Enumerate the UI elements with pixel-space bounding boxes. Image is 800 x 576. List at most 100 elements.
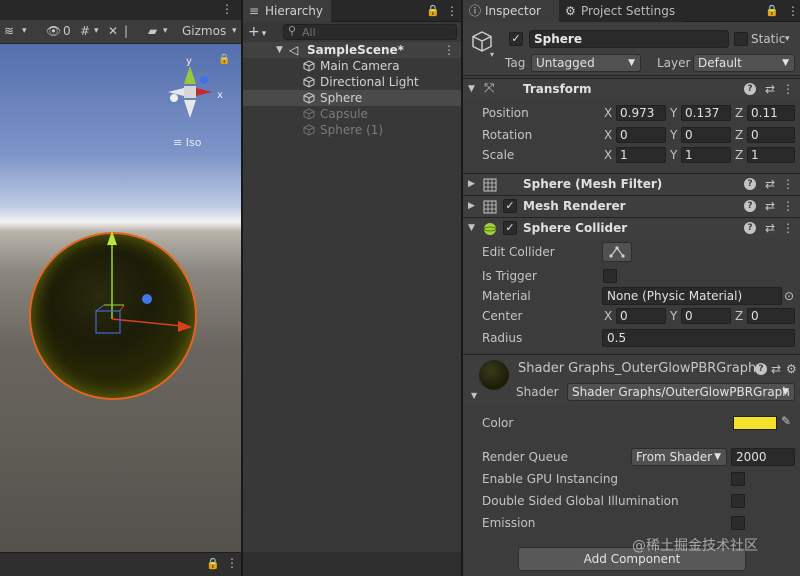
center-x-field[interactable]: 0 — [616, 308, 666, 324]
eyedropper-icon[interactable]: ✎ — [781, 414, 791, 428]
help-icon[interactable]: ? — [744, 83, 756, 95]
chevron-down-icon[interactable]: ▾ — [22, 22, 27, 40]
projection-mode-label[interactable]: ≡ Iso — [173, 136, 201, 149]
more-options-icon[interactable]: ⋮ — [782, 79, 794, 100]
mesh-renderer-header[interactable]: ▶ ✓ Mesh Renderer ? ⇄ ⋮ — [463, 195, 800, 217]
center-z-field[interactable]: 0 — [747, 308, 795, 324]
presets-icon[interactable]: ⇄ — [765, 174, 775, 195]
axis-x-label[interactable]: X — [604, 127, 612, 143]
more-options-icon[interactable]: ⋮ — [787, 0, 799, 22]
shader-dropdown[interactable]: Shader Graphs/OuterGlowPBRGraph ▼ — [567, 383, 795, 401]
collapse-arrow-icon[interactable]: ▶ — [468, 174, 475, 195]
axis-z-label[interactable]: Z — [735, 308, 743, 324]
more-options-icon[interactable]: ⋮ — [226, 556, 238, 570]
axis-y-label[interactable]: Y — [670, 308, 677, 324]
double-sided-gi-checkbox[interactable] — [731, 494, 745, 508]
presets-icon[interactable]: ⇄ — [765, 196, 775, 217]
tag-dropdown[interactable]: Untagged ▼ — [531, 54, 641, 72]
mesh-filter-header[interactable]: ▶ Sphere (Mesh Filter) ? ⇄ ⋮ — [463, 173, 800, 195]
color-swatch[interactable] — [733, 416, 777, 430]
expand-arrow-icon[interactable]: ▼ — [468, 79, 475, 100]
tab-project-settings[interactable]: ⚙ Project Settings — [559, 0, 684, 22]
tab-inspector[interactable]: ⓘ Inspector — [463, 0, 559, 22]
layer-dropdown[interactable]: Default ▼ — [693, 54, 795, 72]
emission-checkbox[interactable] — [731, 516, 745, 530]
rotation-z-field[interactable]: 0 — [747, 127, 795, 143]
presets-icon[interactable]: ⇄ — [765, 218, 775, 239]
more-options-icon[interactable]: ⋮ — [443, 42, 455, 58]
scale-x-field[interactable]: 1 — [616, 147, 666, 163]
grid-icon[interactable]: # — [80, 22, 90, 40]
lock-icon[interactable]: 🔒 — [426, 0, 440, 22]
axis-z-label[interactable]: Z — [735, 127, 743, 143]
scene-viewport[interactable]: y x 🔒 ≡ Iso — [0, 44, 241, 552]
material-header[interactable]: Shader Graphs_OuterGlowPBRGraph ? ⇄ ⚙ ▼ … — [463, 354, 800, 406]
axis-y-label[interactable]: Y — [670, 105, 677, 121]
orientation-gizmo[interactable]: y x — [160, 56, 232, 126]
tools-icon[interactable]: ✕ — [108, 22, 118, 40]
expand-arrow-icon[interactable]: ▼ — [276, 42, 283, 58]
scale-z-field[interactable]: 1 — [747, 147, 795, 163]
rotation-x-field[interactable]: 0 — [616, 127, 666, 143]
help-icon[interactable]: ? — [744, 200, 756, 212]
axis-z-label[interactable]: Z — [735, 105, 743, 121]
hierarchy-item-inactive[interactable]: Capsule — [243, 106, 461, 122]
axis-y-label[interactable]: Y — [670, 147, 677, 163]
axis-x-label[interactable]: X — [604, 105, 612, 121]
help-icon[interactable]: ? — [755, 363, 767, 375]
collapse-arrow-icon[interactable]: ▶ — [468, 196, 475, 217]
hierarchy-item-selected[interactable]: Sphere — [243, 90, 461, 106]
chevron-down-icon[interactable]: ▾ — [232, 22, 237, 40]
lock-icon[interactable]: 🔒 — [765, 0, 779, 22]
mesh-renderer-enabled-checkbox[interactable]: ✓ — [503, 199, 517, 213]
lock-icon[interactable]: 🔒 — [206, 557, 220, 570]
radius-field[interactable]: 0.5 — [602, 329, 795, 347]
position-y-field[interactable]: 0.137 — [681, 105, 731, 121]
presets-icon[interactable]: ⇄ — [771, 359, 781, 379]
more-options-icon[interactable]: ⋮ — [782, 174, 794, 195]
active-checkbox[interactable]: ✓ — [509, 32, 523, 46]
transform-header[interactable]: ▼ ⤧ Transform ? ⇄ ⋮ — [463, 78, 800, 100]
object-name-field[interactable]: Sphere — [529, 30, 729, 48]
chevron-down-icon[interactable]: ▾ — [163, 22, 168, 40]
hierarchy-item[interactable]: Main Camera — [243, 58, 461, 74]
axis-x-label[interactable]: X — [604, 308, 612, 324]
sphere-collider-enabled-checkbox[interactable]: ✓ — [503, 221, 517, 235]
render-queue-value-field[interactable]: 2000 — [731, 448, 795, 466]
position-x-field[interactable]: 0.973 — [616, 105, 666, 121]
gear-icon[interactable]: ⚙ — [786, 359, 797, 379]
more-options-icon[interactable]: ⋮ — [782, 196, 794, 217]
hierarchy-search[interactable]: ⚲ — [283, 24, 457, 40]
gizmos-button[interactable]: Gizmos — [182, 22, 226, 40]
presets-icon[interactable]: ⇄ — [765, 79, 775, 100]
more-options-icon[interactable]: ⋮ — [221, 2, 233, 16]
more-options-icon[interactable]: ⋮ — [446, 0, 458, 22]
camera-icon[interactable]: ▰ — [148, 22, 157, 40]
axis-y-label[interactable]: Y — [670, 127, 677, 143]
lock-icon[interactable]: 🔒 — [218, 54, 230, 65]
create-button[interactable]: + ▾ — [248, 22, 266, 44]
object-picker-icon[interactable]: ⊙ — [784, 288, 794, 304]
gpu-instancing-checkbox[interactable] — [731, 472, 745, 486]
hierarchy-item[interactable]: Directional Light — [243, 74, 461, 90]
chevron-down-icon[interactable]: ▾ — [785, 30, 790, 48]
render-queue-dropdown[interactable]: From Shader ▼ — [631, 448, 727, 466]
scene-root-row[interactable]: ▼ ◁ SampleScene* ⋮ — [243, 42, 461, 58]
axis-z-label[interactable]: Z — [735, 147, 743, 163]
chevron-down-icon[interactable]: ▾ — [490, 50, 494, 59]
rotation-y-field[interactable]: 0 — [681, 127, 731, 143]
help-icon[interactable]: ? — [744, 178, 756, 190]
physic-material-field[interactable]: None (Physic Material) — [602, 287, 782, 305]
center-y-field[interactable]: 0 — [681, 308, 731, 324]
chevron-down-icon[interactable]: ▾ — [94, 22, 99, 40]
search-input[interactable] — [302, 25, 452, 39]
hierarchy-item-inactive[interactable]: Sphere (1) — [243, 122, 461, 138]
layers-icon[interactable]: ≋ — [4, 22, 14, 40]
is-trigger-checkbox[interactable] — [603, 269, 617, 283]
static-checkbox[interactable] — [734, 32, 748, 46]
edit-collider-button[interactable] — [602, 242, 632, 262]
help-icon[interactable]: ? — [744, 222, 756, 234]
more-options-icon[interactable]: ⋮ — [782, 218, 794, 239]
visibility-icon[interactable]: 👁 — [46, 22, 61, 40]
position-z-field[interactable]: 0.11 — [747, 105, 795, 121]
